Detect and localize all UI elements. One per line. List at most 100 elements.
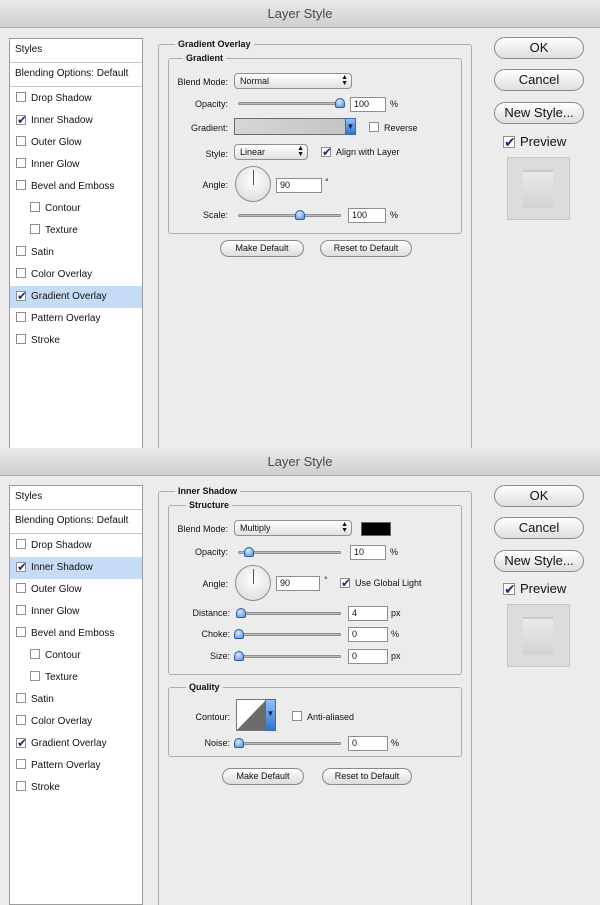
- checkbox-icon[interactable]: [30, 671, 40, 681]
- make-default-button[interactable]: Make Default: [222, 768, 304, 785]
- checkbox-icon[interactable]: [16, 158, 26, 168]
- checkbox-icon[interactable]: [16, 693, 26, 703]
- size-input[interactable]: 0: [348, 649, 388, 664]
- cancel-button[interactable]: Cancel: [494, 517, 584, 539]
- shadow-color-swatch[interactable]: [361, 522, 391, 536]
- style-item-inner-shadow[interactable]: ✔ Inner Shadow: [10, 110, 142, 132]
- contour-picker[interactable]: ▼: [236, 699, 276, 731]
- gradient-picker[interactable]: ▼: [234, 118, 356, 135]
- new-style-button[interactable]: New Style...: [494, 550, 584, 572]
- style-item-texture[interactable]: Texture: [10, 667, 142, 689]
- style-item-pattern-overlay[interactable]: Pattern Overlay: [10, 755, 142, 777]
- checkbox-icon[interactable]: [16, 781, 26, 791]
- scale-input[interactable]: 100: [348, 208, 386, 223]
- checkbox-icon[interactable]: [30, 224, 40, 234]
- style-item-stroke[interactable]: Stroke: [10, 777, 142, 799]
- noise-input[interactable]: 0: [348, 736, 388, 751]
- styles-header[interactable]: Styles: [10, 486, 142, 510]
- angle-dial[interactable]: [235, 565, 271, 601]
- dropdown-arrow-icon[interactable]: ▼: [265, 699, 276, 731]
- distance-slider-thumb[interactable]: [236, 608, 247, 618]
- checkbox-icon[interactable]: [16, 583, 26, 593]
- ok-button[interactable]: OK: [494, 37, 584, 59]
- noise-slider[interactable]: [234, 738, 341, 748]
- checkbox-icon[interactable]: [16, 605, 26, 615]
- styles-header[interactable]: Styles: [10, 39, 142, 63]
- blend-mode-select[interactable]: Multiply ▲ ▼: [234, 520, 352, 536]
- style-item-inner-glow[interactable]: Inner Glow: [10, 601, 142, 623]
- choke-slider[interactable]: [234, 629, 341, 639]
- angle-dial[interactable]: [235, 166, 271, 202]
- checkbox-icon[interactable]: ✔: [16, 290, 27, 302]
- angle-input[interactable]: 90: [276, 178, 322, 193]
- checkbox-icon[interactable]: [16, 759, 26, 769]
- style-item-gradient-overlay[interactable]: ✔ Gradient Overlay: [10, 733, 142, 755]
- anti-aliased-checkbox[interactable]: Anti-aliased: [292, 711, 354, 722]
- checkbox-icon[interactable]: [16, 312, 26, 322]
- angle-input[interactable]: 90: [276, 576, 320, 591]
- checkbox-icon[interactable]: ✔: [16, 737, 27, 749]
- style-item-drop-shadow[interactable]: Drop Shadow: [10, 88, 142, 110]
- checkbox-icon[interactable]: ✔: [16, 114, 27, 126]
- checkbox-icon[interactable]: ✔: [16, 561, 27, 573]
- checkbox-icon[interactable]: [16, 268, 26, 278]
- style-item-satin[interactable]: Satin: [10, 689, 142, 711]
- choke-input[interactable]: 0: [348, 627, 388, 642]
- reset-to-default-button[interactable]: Reset to Default: [322, 768, 412, 785]
- style-item-inner-shadow[interactable]: ✔ Inner Shadow: [10, 557, 142, 579]
- checkbox-icon[interactable]: [16, 180, 26, 190]
- dropdown-arrow-icon[interactable]: ▼: [345, 118, 356, 135]
- opacity-input[interactable]: 10: [350, 545, 386, 560]
- checkbox-icon[interactable]: [16, 627, 26, 637]
- style-item-contour[interactable]: Contour: [10, 198, 142, 220]
- reverse-checkbox[interactable]: Reverse: [369, 122, 418, 133]
- use-global-light-checkbox[interactable]: ✔ Use Global Light: [340, 577, 422, 589]
- style-item-gradient-overlay[interactable]: ✔ Gradient Overlay: [10, 286, 142, 308]
- blend-mode-select[interactable]: Normal ▲ ▼: [234, 73, 352, 89]
- style-item-stroke[interactable]: Stroke: [10, 330, 142, 352]
- checkbox-icon[interactable]: [16, 334, 26, 344]
- checkbox-icon[interactable]: [30, 649, 40, 659]
- style-item-satin[interactable]: Satin: [10, 242, 142, 264]
- choke-slider-thumb[interactable]: [234, 629, 244, 639]
- checkbox-icon[interactable]: [16, 539, 26, 549]
- opacity-slider[interactable]: [238, 547, 341, 557]
- make-default-button[interactable]: Make Default: [220, 240, 304, 257]
- style-item-drop-shadow[interactable]: Drop Shadow: [10, 535, 142, 557]
- checkbox-icon[interactable]: [16, 136, 26, 146]
- checkbox-icon[interactable]: ✔: [340, 577, 351, 589]
- opacity-slider-thumb[interactable]: [335, 98, 345, 108]
- new-style-button[interactable]: New Style...: [494, 102, 584, 124]
- distance-input[interactable]: 4: [348, 606, 388, 621]
- cancel-button[interactable]: Cancel: [494, 69, 584, 91]
- style-item-inner-glow[interactable]: Inner Glow: [10, 154, 142, 176]
- distance-slider[interactable]: [236, 608, 341, 618]
- style-item-texture[interactable]: Texture: [10, 220, 142, 242]
- style-item-contour[interactable]: Contour: [10, 645, 142, 667]
- checkbox-icon[interactable]: [16, 92, 26, 102]
- size-slider[interactable]: [234, 651, 341, 661]
- style-item-bevel-and-emboss[interactable]: Bevel and Emboss: [10, 176, 142, 198]
- preview-checkbox[interactable]: ✔ Preview: [503, 134, 566, 150]
- style-item-bevel-and-emboss[interactable]: Bevel and Emboss: [10, 623, 142, 645]
- ok-button[interactable]: OK: [494, 485, 584, 507]
- scale-slider-thumb[interactable]: [294, 210, 305, 220]
- opacity-slider-thumb[interactable]: [244, 547, 255, 557]
- checkbox-icon[interactable]: ✔: [503, 135, 516, 149]
- style-item-pattern-overlay[interactable]: Pattern Overlay: [10, 308, 142, 330]
- opacity-slider[interactable]: [238, 98, 345, 108]
- blending-options-item[interactable]: Blending Options: Default: [10, 510, 142, 534]
- scale-slider[interactable]: [238, 210, 341, 220]
- blending-options-item[interactable]: Blending Options: Default: [10, 63, 142, 87]
- reset-to-default-button[interactable]: Reset to Default: [320, 240, 412, 257]
- size-slider-thumb[interactable]: [234, 651, 244, 661]
- checkbox-icon[interactable]: [369, 122, 379, 132]
- style-select[interactable]: Linear ▲ ▼: [234, 144, 308, 160]
- checkbox-icon[interactable]: ✔: [503, 582, 516, 596]
- style-item-outer-glow[interactable]: Outer Glow: [10, 579, 142, 601]
- style-item-outer-glow[interactable]: Outer Glow: [10, 132, 142, 154]
- align-with-layer-checkbox[interactable]: ✔ Align with Layer: [321, 146, 400, 158]
- checkbox-icon[interactable]: [292, 711, 302, 721]
- noise-slider-thumb[interactable]: [234, 738, 244, 748]
- style-item-color-overlay[interactable]: Color Overlay: [10, 264, 142, 286]
